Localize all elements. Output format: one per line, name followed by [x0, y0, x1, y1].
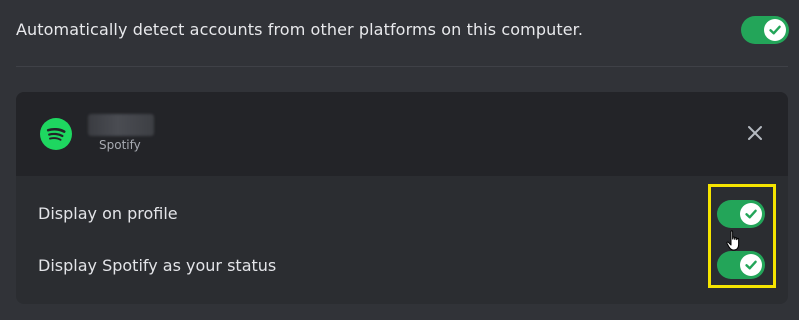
- platform-name: Spotify: [99, 138, 141, 152]
- check-icon: [745, 209, 757, 219]
- spotify-icon: [40, 118, 72, 150]
- spotify-connection-card: Spotify Display on profile Display Spoti…: [16, 92, 788, 304]
- connections-settings-panel: Automatically detect accounts from other…: [0, 0, 799, 320]
- toggle-knob: [764, 19, 786, 41]
- display-as-status-label: Display Spotify as your status: [38, 256, 277, 275]
- toggle-knob: [740, 203, 762, 225]
- auto-detect-label: Automatically detect accounts from other…: [16, 20, 584, 39]
- display-as-status-toggle[interactable]: [717, 251, 765, 279]
- close-icon: [748, 126, 762, 140]
- check-icon: [769, 25, 781, 35]
- display-on-profile-label: Display on profile: [38, 204, 178, 223]
- section-divider: [16, 66, 788, 67]
- disconnect-button[interactable]: [744, 122, 766, 144]
- connection-card-header: Spotify: [16, 92, 788, 176]
- hand-pointer-icon: [726, 230, 740, 251]
- account-name-redacted: [88, 114, 154, 136]
- check-icon: [745, 260, 757, 270]
- auto-detect-row: Automatically detect accounts from other…: [0, 0, 799, 62]
- display-on-profile-toggle[interactable]: [717, 200, 765, 228]
- toggle-knob: [740, 254, 762, 276]
- auto-detect-toggle[interactable]: [741, 16, 789, 44]
